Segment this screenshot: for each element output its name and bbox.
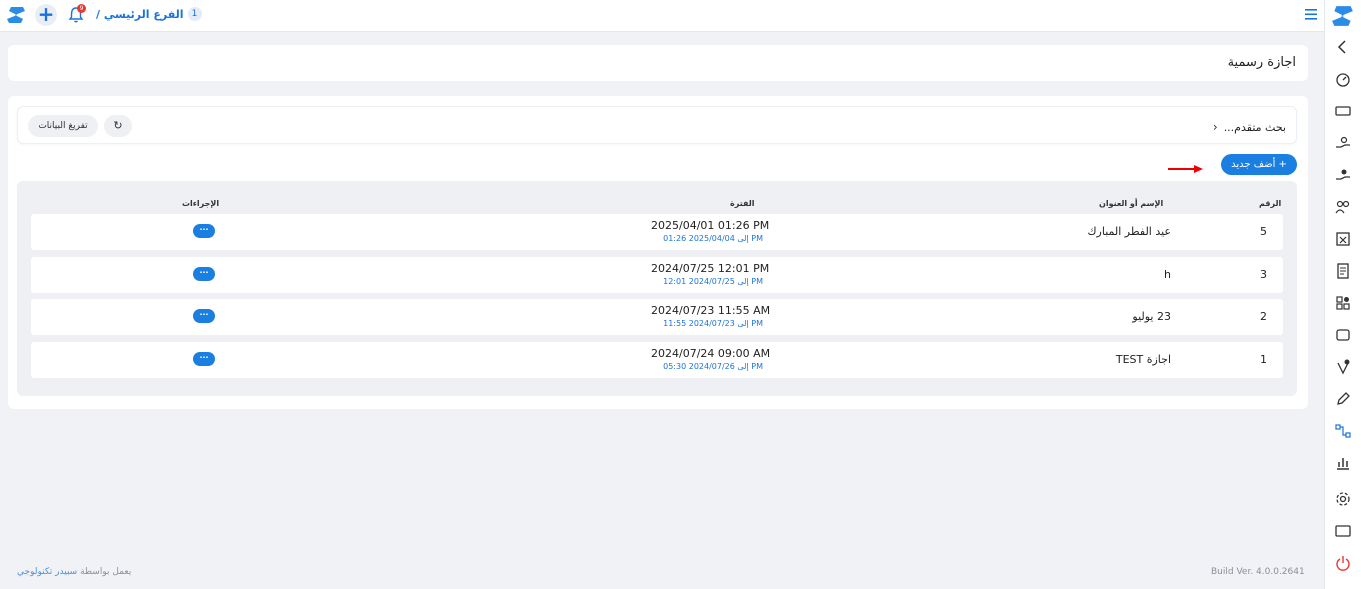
table-row[interactable]: 5 عيد الفطر المبارك 2025/04/01 01:26 PM … (31, 214, 1283, 250)
row-period-from: 2025/04/01 01:26 PM (651, 219, 770, 232)
page-title: اجازة رسمية (1227, 55, 1296, 70)
build-version: Build Ver. 4.0.0.2641 (1211, 567, 1305, 577)
gear-icon[interactable] (1335, 491, 1351, 507)
row-number: 2 (1260, 310, 1267, 323)
row-period-to: إلى 2024/07/26 05:30 PM (663, 362, 763, 371)
row-period-to: إلى 2024/07/23 11:55 PM (663, 319, 763, 328)
add-icon[interactable]: + (35, 4, 57, 26)
header-name: الإسم أو العنوان (1099, 199, 1164, 208)
row-actions-button[interactable]: ··· (193, 267, 215, 281)
header-actions: الإجراءات (182, 199, 220, 208)
notification-badge: 9 (77, 4, 86, 13)
chevron-left-icon[interactable] (1335, 39, 1351, 55)
row-period-from: 2024/07/25 12:01 PM (651, 262, 770, 275)
powered-by-label: يعمل بواسطة (80, 567, 132, 577)
table-row[interactable]: 2 23 يوليو 2024/07/23 11:55 AM إلى 2024/… (31, 299, 1283, 335)
app-logo-icon[interactable] (7, 5, 27, 25)
add-new-button[interactable]: + أضف جديد (1221, 154, 1297, 175)
page-header: اجازة رسمية (8, 45, 1308, 81)
row-name: h (1164, 268, 1171, 281)
row-period-to: إلى 2025/04/04 01:26 PM (663, 234, 763, 243)
dashboard-icon[interactable] (1335, 71, 1351, 87)
menu-icon[interactable] (1305, 9, 1317, 20)
hand-money-icon[interactable] (1335, 135, 1351, 151)
row-period-from: 2024/07/24 09:00 AM (651, 347, 771, 360)
branch-label: الفرع الرئيسي / (96, 7, 184, 21)
advanced-search-toggle[interactable]: بحث متقدم... ‹ (1213, 120, 1286, 134)
refresh-button[interactable]: ↻ (104, 115, 132, 137)
branch-selector[interactable]: 1 الفرع الرئيسي / (96, 7, 202, 21)
powered-by: يعمل بواسطة سبيدر تكنولوجي (17, 567, 131, 577)
pen-icon[interactable] (1335, 391, 1351, 407)
window-icon[interactable] (1335, 523, 1351, 539)
row-period-from: 2024/07/23 11:55 AM (651, 304, 771, 317)
advanced-search-label: بحث متقدم... (1223, 120, 1286, 134)
table-row[interactable]: 3 h 2024/07/25 12:01 PM إلى 2024/07/25 1… (31, 257, 1283, 293)
users-settings-icon[interactable] (1335, 199, 1351, 215)
row-name: اجازة TEST (1115, 353, 1171, 366)
search-bar: بحث متقدم... ‹ ↻ تفريغ البيانات (17, 106, 1297, 144)
main-panel: بحث متقدم... ‹ ↻ تفريغ البيانات + أضف جد… (8, 96, 1308, 409)
row-number: 5 (1260, 225, 1267, 238)
row-actions-button[interactable]: ··· (193, 224, 215, 238)
ticket-icon[interactable] (1335, 103, 1351, 119)
inbox-icon[interactable] (1335, 327, 1351, 343)
row-name: 23 يوليو (1132, 310, 1171, 323)
document-icon[interactable] (1335, 263, 1351, 279)
sidebar (1324, 0, 1361, 589)
row-actions-button[interactable]: ··· (193, 352, 215, 366)
row-number: 3 (1260, 268, 1267, 281)
company-link[interactable]: سبيدر تكنولوجي (17, 567, 77, 577)
sidebar-logo-icon[interactable] (1332, 4, 1354, 28)
apps-icon[interactable] (1335, 295, 1351, 311)
branch-count-badge: 1 (187, 7, 202, 21)
clear-data-button[interactable]: تفريغ البيانات (28, 115, 98, 137)
arrow-icon (1168, 165, 1203, 173)
row-period-to: إلى 2024/07/25 12:01 PM (663, 277, 763, 286)
top-bar: + 9 1 الفرع الرئيسي / (0, 0, 1324, 32)
row-name: عيد الفطر المبارك (1087, 225, 1171, 238)
chart-icon[interactable] (1335, 455, 1351, 471)
hierarchy-icon[interactable] (1335, 423, 1351, 439)
calendar-x-icon[interactable] (1335, 231, 1351, 247)
header-period: الفترة (730, 199, 755, 208)
verified-icon[interactable] (1335, 359, 1351, 375)
hand-coin-icon[interactable] (1335, 167, 1351, 183)
row-actions-button[interactable]: ··· (193, 309, 215, 323)
row-number: 1 (1260, 353, 1267, 366)
chevron-left-icon: ‹ (1212, 120, 1218, 134)
header-number: الرقم (1259, 199, 1282, 208)
data-table: الرقم الإسم أو العنوان الفترة الإجراءات … (17, 181, 1297, 396)
power-icon[interactable] (1335, 555, 1351, 571)
table-row[interactable]: 1 اجازة TEST 2024/07/24 09:00 AM إلى 202… (31, 342, 1283, 378)
